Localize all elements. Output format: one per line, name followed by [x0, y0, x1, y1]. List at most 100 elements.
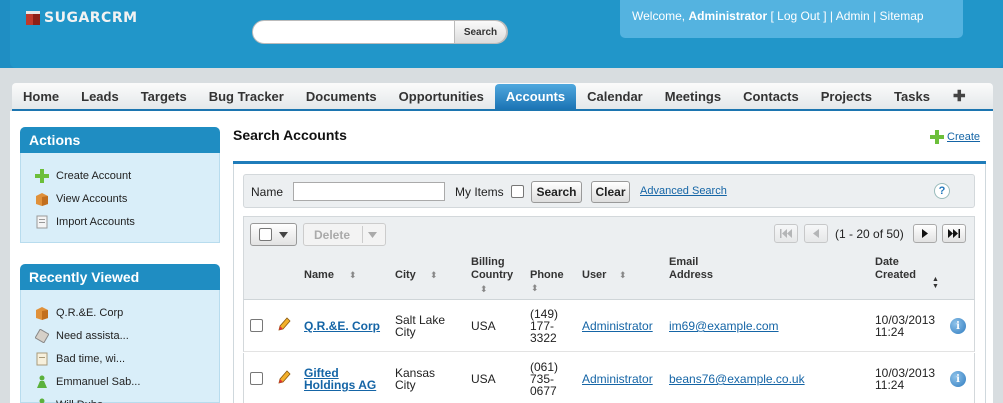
create-label: Create: [947, 131, 981, 143]
info-icon[interactable]: i: [950, 318, 966, 334]
column-label: Name: [304, 269, 334, 281]
sort-icon[interactable]: ⬍: [619, 269, 627, 282]
logo-cube-icon: [26, 11, 40, 25]
create-account-link[interactable]: Create: [930, 130, 980, 144]
global-search: Search: [252, 20, 508, 44]
clear-button[interactable]: Clear: [591, 181, 630, 203]
recent-item[interactable]: Need assista...: [21, 324, 219, 347]
welcome-user: Administrator: [688, 9, 768, 23]
sort-icon[interactable]: ⬍: [531, 282, 539, 295]
column-label: Date Created: [875, 256, 916, 281]
email-link[interactable]: beans76@example.co.uk: [669, 373, 805, 385]
tab-meetings[interactable]: Meetings: [654, 83, 732, 109]
chevron-down-icon: [279, 232, 288, 238]
list-toolbar: Delete (1 - 20 of 50): [243, 216, 975, 250]
sort-icon[interactable]: ⬍: [349, 269, 357, 282]
edit-pencil-icon[interactable]: [277, 369, 291, 388]
sidebar-item-label: Need assista...: [56, 329, 129, 342]
column-header-name[interactable]: Name: [304, 269, 334, 282]
action-create-account[interactable]: Create Account: [21, 164, 219, 187]
tab-bug-tracker[interactable]: Bug Tracker: [198, 83, 295, 109]
column-header-email-address[interactable]: Email Address: [669, 256, 719, 282]
sugarcrm-logo[interactable]: SUGARCRM: [26, 8, 138, 28]
admin-link[interactable]: Admin: [836, 9, 870, 23]
my-items-checkbox[interactable]: [511, 185, 524, 198]
action-view-accounts[interactable]: View Accounts: [21, 187, 219, 210]
accounts-icon: [35, 306, 49, 320]
assigned-user-link[interactable]: Administrator: [582, 373, 653, 385]
column-label: Billing Country: [471, 256, 514, 281]
recent-item[interactable]: Emmanuel Sab...: [21, 370, 219, 393]
tab-opportunities[interactable]: Opportunities: [388, 83, 495, 109]
assigned-user-link[interactable]: Administrator: [582, 320, 653, 332]
sidebar-item-label: Import Accounts: [56, 215, 135, 228]
tab-projects[interactable]: Projects: [810, 83, 883, 109]
more-tabs-icon[interactable]: ✚: [941, 83, 978, 109]
tab-documents[interactable]: Documents: [295, 83, 388, 109]
edit-pencil-icon[interactable]: [277, 316, 291, 335]
column-header-city[interactable]: City: [395, 269, 416, 282]
date-created-cell: 11:24: [875, 325, 905, 339]
recent-item[interactable]: Will Dube...: [21, 393, 219, 403]
search-button[interactable]: Search: [531, 181, 582, 203]
column-header-user[interactable]: User: [582, 269, 606, 282]
actions-panel-title: Actions: [20, 127, 220, 153]
name-label: Name: [251, 185, 284, 199]
select-all-checkbox[interactable]: [259, 228, 272, 241]
tab-accounts[interactable]: Accounts: [494, 84, 577, 109]
page-title: Search Accounts: [233, 127, 347, 143]
last-page-button[interactable]: [942, 224, 966, 243]
logout-link[interactable]: [ Log Out ]: [771, 9, 827, 23]
account-name-link[interactable]: Q.R.&E. Corp: [304, 320, 380, 332]
separator: |: [873, 9, 877, 23]
welcome-bar: Welcome, Administrator [ Log Out ] | Adm…: [620, 0, 963, 38]
divider: [362, 226, 363, 243]
separator: |: [829, 9, 834, 23]
help-icon[interactable]: ?: [934, 183, 950, 199]
recent-item[interactable]: Q.R.&E. Corp: [21, 301, 219, 324]
sort-descending-icon[interactable]: ▲▼: [932, 276, 940, 290]
recent-item[interactable]: Bad time, wi...: [21, 347, 219, 370]
tab-home[interactable]: Home: [12, 83, 70, 109]
column-header-billing-country[interactable]: Billing Country: [471, 256, 521, 282]
note-icon: [35, 352, 49, 366]
tab-contacts[interactable]: Contacts: [732, 83, 810, 109]
sort-icon[interactable]: ⬍: [480, 283, 488, 296]
pagination-range: (1 - 20 of 50): [835, 227, 904, 241]
advanced-search-link[interactable]: Advanced Search: [640, 185, 727, 197]
tab-leads[interactable]: Leads: [70, 83, 130, 109]
plus-icon: [930, 130, 944, 144]
info-icon[interactable]: i: [950, 371, 966, 387]
sort-icon[interactable]: ⬍: [430, 269, 438, 282]
delete-label: Delete: [314, 228, 351, 242]
tab-calendar[interactable]: Calendar: [576, 83, 654, 109]
delete-button[interactable]: Delete: [303, 223, 386, 246]
table-row: Gifted Holdings AG Kansas City USA (061) 735- 0…: [243, 353, 975, 403]
previous-page-button[interactable]: [804, 224, 828, 243]
name-search-input[interactable]: [293, 182, 445, 201]
city-cell: City: [395, 325, 416, 339]
first-page-icon: [780, 229, 792, 238]
column-header-phone[interactable]: Phone: [530, 269, 564, 282]
next-page-icon: [922, 229, 928, 238]
row-checkbox[interactable]: [250, 372, 263, 385]
tab-tasks[interactable]: Tasks: [883, 83, 941, 109]
sitemap-link[interactable]: Sitemap: [880, 9, 924, 23]
sidebar-item-label: View Accounts: [56, 192, 128, 205]
global-search-button[interactable]: Search: [454, 20, 507, 44]
plus-icon: [35, 168, 49, 183]
email-link[interactable]: im69@example.com: [669, 320, 779, 332]
module-tabs: Home Leads Targets Bug Tracker Documents Oppo…: [12, 83, 993, 111]
mass-select-button[interactable]: [250, 223, 297, 246]
column-header-date-created[interactable]: Date Created: [875, 256, 925, 282]
global-search-input[interactable]: [263, 24, 453, 40]
next-page-button[interactable]: [913, 224, 937, 243]
sidebar-item-label: Q.R.&E. Corp: [56, 306, 124, 319]
first-page-button[interactable]: [774, 224, 798, 243]
row-checkbox[interactable]: [250, 319, 263, 332]
action-import-accounts[interactable]: Import Accounts: [21, 210, 219, 233]
sidebar-item-label: Create Account: [56, 169, 132, 182]
account-name-link[interactable]: Holdings AG: [304, 379, 376, 391]
contact-icon: [35, 375, 49, 389]
tab-targets[interactable]: Targets: [130, 83, 198, 109]
